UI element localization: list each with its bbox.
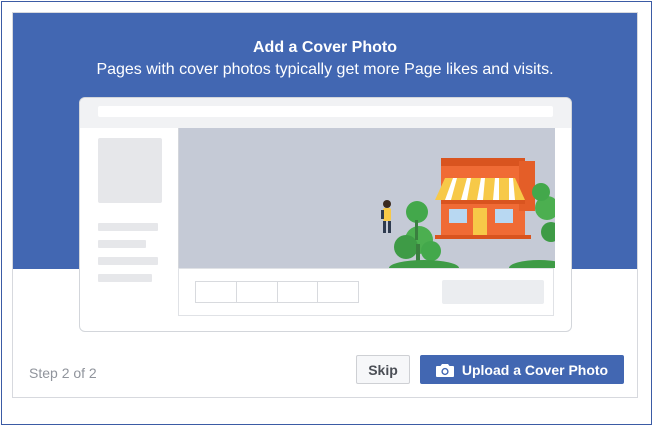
ground-bushes [389,260,555,268]
mockup-sidebar-line [98,223,158,231]
upload-cover-photo-button[interactable]: Upload a Cover Photo [420,355,624,384]
camera-icon [435,363,454,377]
skip-button-label: Skip [368,361,398,378]
storefront-illustration [435,158,535,239]
mockup-profile-picture [98,138,162,203]
mockup-cover-photo [178,128,555,268]
page-preview-mockup [79,97,572,332]
mockup-url-bar [98,106,553,117]
mockup-top-bar [80,98,571,128]
mockup-sidebar-line [98,240,146,248]
mockup-sidebar-line [98,274,152,282]
mockup-tabs [195,281,359,303]
tree-illustration [532,183,555,242]
person-illustration [381,200,391,233]
cover-photo-dialog: Add a Cover Photo Pages with cover photo… [12,12,638,398]
dialog-title: Add a Cover Photo [252,39,397,56]
mockup-page-tabs-bar [178,268,554,316]
step-indicator: Step 2 of 2 [29,365,97,381]
mockup-tab [196,282,237,302]
skip-button[interactable]: Skip [356,355,410,384]
mockup-sidebar-line [98,257,158,265]
tree-illustration [394,201,441,268]
mockup-action-button [442,280,544,304]
mockup-tab [237,282,278,302]
mockup-tab [318,282,358,302]
upload-button-label: Upload a Cover Photo [461,361,609,378]
mockup-tab [278,282,319,302]
dialog-subtitle: Pages with cover photos typically get mo… [96,61,554,78]
